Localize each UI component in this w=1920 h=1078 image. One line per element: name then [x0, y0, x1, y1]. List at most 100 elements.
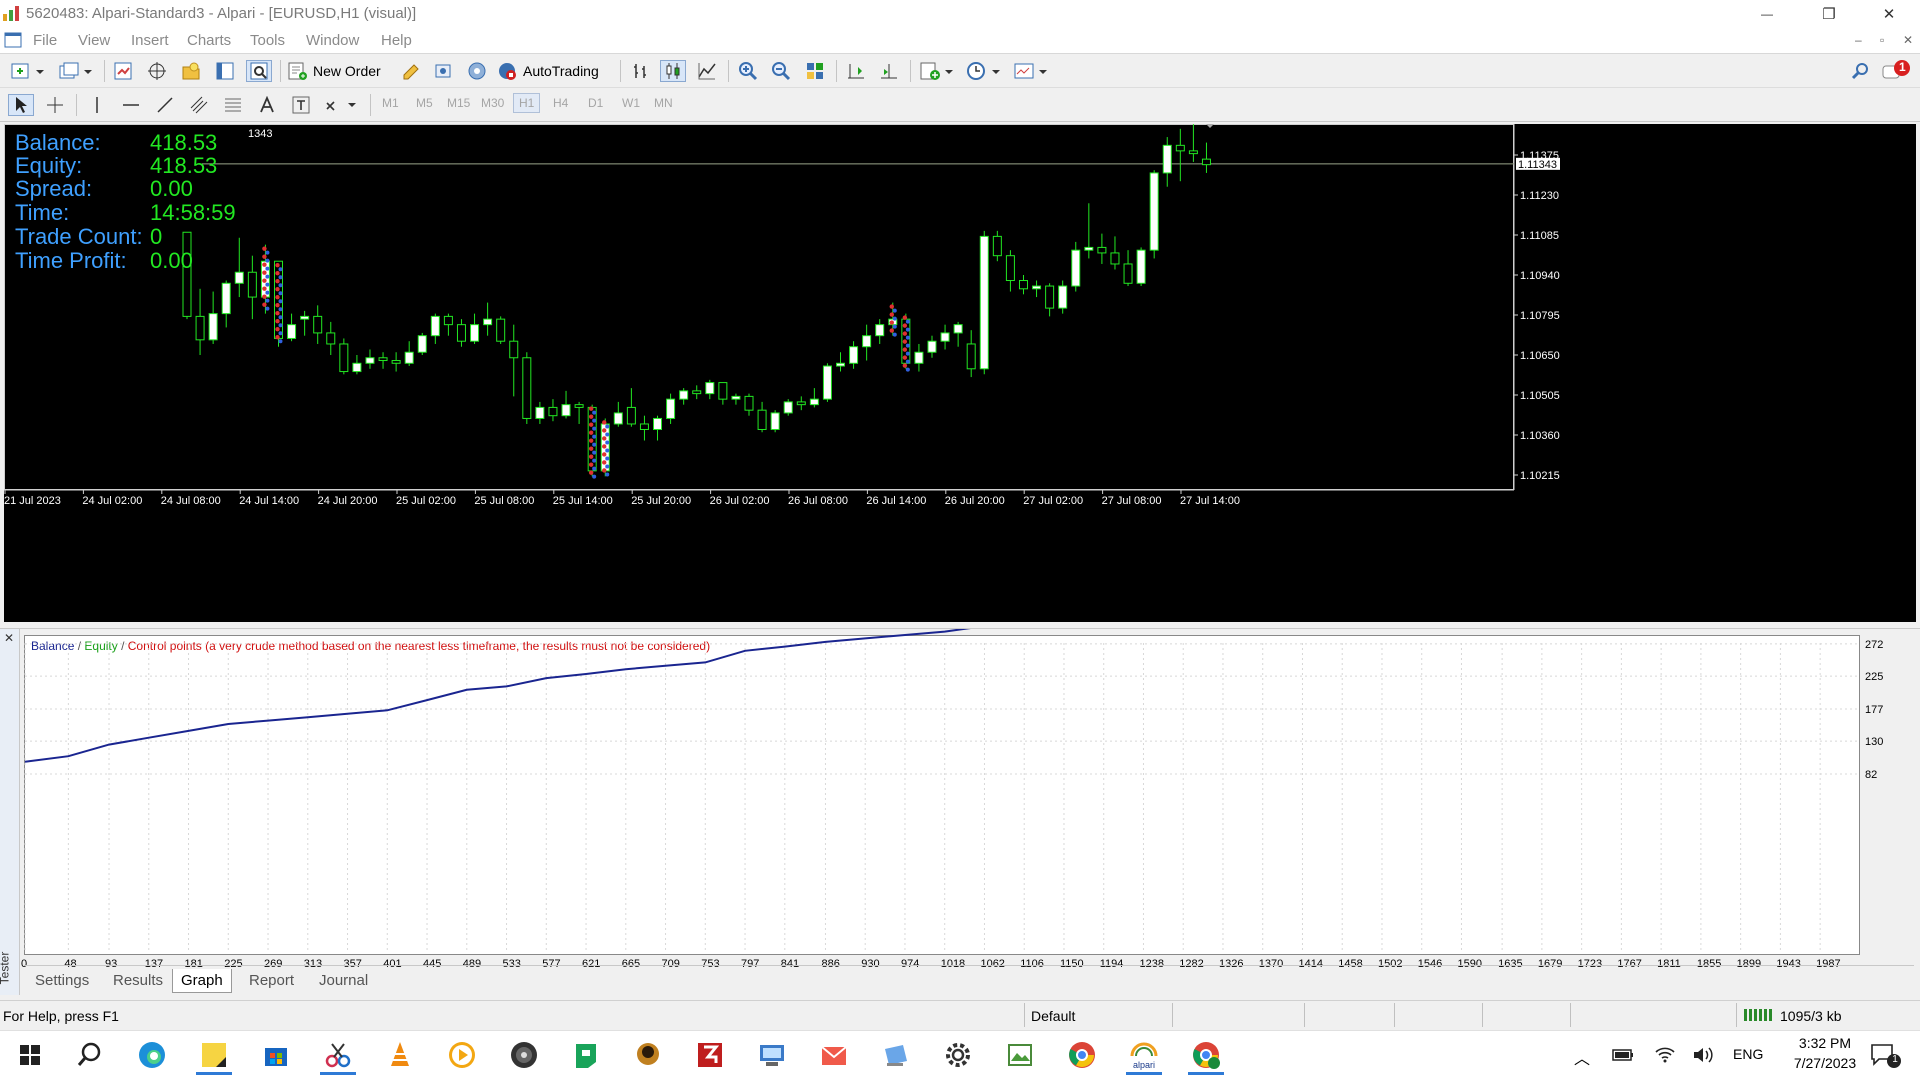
- fibonacci-button[interactable]: [220, 94, 246, 116]
- strategy-tester-button[interactable]: [246, 60, 272, 82]
- taskbar-chrome-fx[interactable]: [1180, 1035, 1232, 1075]
- autotrading-button[interactable]: AutoTrading: [497, 60, 613, 82]
- timeframe-mn[interactable]: MN: [654, 96, 673, 110]
- terminal-button[interactable]: [212, 60, 238, 82]
- menu-charts[interactable]: Charts: [187, 32, 231, 49]
- timeframe-m1[interactable]: M1: [382, 96, 399, 110]
- taskbar-filezilla[interactable]: [684, 1035, 736, 1075]
- taskbar-search-button[interactable]: [64, 1035, 116, 1075]
- clock-time[interactable]: 3:32 PM: [1780, 1035, 1870, 1051]
- tab-results[interactable]: Results: [105, 969, 171, 993]
- battery-icon[interactable]: [1612, 1048, 1634, 1062]
- clock-date[interactable]: 7/27/2023: [1780, 1055, 1870, 1071]
- timeframe-m15[interactable]: M15: [447, 96, 470, 110]
- taskbar-pockity[interactable]: [560, 1035, 612, 1075]
- timeframe-m30[interactable]: M30: [481, 96, 504, 110]
- market-watch-button[interactable]: [110, 60, 136, 82]
- equidistant-channel-button[interactable]: [186, 94, 212, 116]
- taskbar-warrior[interactable]: [622, 1035, 674, 1075]
- vertical-line-button[interactable]: [84, 94, 110, 116]
- cursor-tool-button[interactable]: [8, 94, 34, 116]
- signals-button[interactable]: [430, 60, 456, 82]
- indicators-button[interactable]: [917, 60, 957, 82]
- new-order-button[interactable]: New Order: [287, 60, 391, 82]
- candlestick-chart[interactable]: 1.115201.113751.112301.110851.109401.107…: [4, 124, 1916, 622]
- taskbar-alpari[interactable]: alpari: [1118, 1035, 1170, 1075]
- restore-button[interactable]: ❐: [1806, 0, 1852, 28]
- zoom-in-button[interactable]: [735, 60, 761, 82]
- timeframe-m5[interactable]: M5: [416, 96, 433, 110]
- price-chart[interactable]: 1.115201.113751.112301.110851.109401.107…: [4, 124, 1916, 622]
- trendline-button[interactable]: [152, 94, 178, 116]
- start-button[interactable]: [4, 1035, 56, 1075]
- menu-file[interactable]: File: [33, 32, 57, 49]
- horizontal-line-button[interactable]: [118, 94, 144, 116]
- zoom-out-button[interactable]: [768, 60, 794, 82]
- metaeditor-button[interactable]: [398, 60, 424, 82]
- close-button[interactable]: ✕: [1866, 0, 1912, 28]
- candlesticks-button[interactable]: [660, 60, 686, 82]
- taskbar-snip[interactable]: [312, 1035, 364, 1075]
- tab-graph[interactable]: Graph: [172, 969, 232, 993]
- language-indicator[interactable]: ENG: [1733, 1046, 1763, 1062]
- taskbar-media-player[interactable]: [436, 1035, 488, 1075]
- taskbar-vlc[interactable]: [374, 1035, 426, 1075]
- tab-journal[interactable]: Journal: [311, 969, 376, 993]
- timeframe-h4[interactable]: H4: [553, 96, 568, 110]
- strategy-tester-icon: [250, 62, 268, 80]
- bar-chart-button[interactable]: [627, 60, 653, 82]
- taskbar-disc[interactable]: [498, 1035, 550, 1075]
- tile-windows-button[interactable]: [802, 60, 828, 82]
- menu-tools[interactable]: Tools: [250, 32, 285, 49]
- chart-shift-button[interactable]: [843, 60, 869, 82]
- taskbar-network[interactable]: [746, 1035, 798, 1075]
- notifications-button[interactable]: 1: [1878, 60, 1914, 82]
- data-window-button[interactable]: [144, 60, 170, 82]
- menu-insert[interactable]: Insert: [131, 32, 169, 49]
- timeframe-h1[interactable]: H1: [513, 93, 541, 113]
- candle: [1175, 128, 1185, 182]
- taskbar-sticky-notes[interactable]: [188, 1035, 240, 1075]
- candle: [378, 352, 388, 369]
- taskbar-edge[interactable]: [126, 1035, 178, 1075]
- taskbar-remote-desktop[interactable]: [870, 1035, 922, 1075]
- candle-body-bull: [1084, 246, 1094, 251]
- taskbar-image-viewer[interactable]: [994, 1035, 1046, 1075]
- auto-scroll-button[interactable]: [876, 60, 902, 82]
- tab-report[interactable]: Report: [241, 969, 302, 993]
- text-label-button[interactable]: [288, 94, 314, 116]
- arrows-button[interactable]: [322, 94, 360, 116]
- graph-x-tick-label: 1282: [1179, 958, 1203, 969]
- search-button[interactable]: [1848, 60, 1872, 82]
- taskbar-settings[interactable]: [932, 1035, 984, 1075]
- profiles-button[interactable]: [56, 60, 96, 82]
- navigator-button[interactable]: [178, 60, 204, 82]
- menu-help[interactable]: Help: [381, 32, 412, 49]
- mdi-close-button[interactable]: ✕: [1903, 33, 1913, 47]
- new-chart-button[interactable]: [8, 60, 48, 82]
- menu-window[interactable]: Window: [306, 32, 359, 49]
- crosshair-tool-button[interactable]: [42, 94, 68, 116]
- trade-marker: [605, 424, 610, 429]
- tab-settings[interactable]: Settings: [27, 969, 97, 993]
- mdi-minimize-button[interactable]: –: [1855, 33, 1862, 47]
- mdi-restore-button[interactable]: ▫: [1880, 33, 1884, 47]
- periods-button[interactable]: [964, 60, 1004, 82]
- menu-bar: File View Insert Charts Tools Window Hel…: [0, 28, 1920, 54]
- line-chart-button[interactable]: [694, 60, 720, 82]
- vlc-icon: [391, 1042, 409, 1066]
- timeframe-d1[interactable]: D1: [588, 96, 603, 110]
- taskbar-gmail[interactable]: [808, 1035, 860, 1075]
- text-tool-button[interactable]: [254, 94, 280, 116]
- minimize-button[interactable]: —: [1744, 0, 1790, 28]
- menu-view[interactable]: View: [78, 32, 110, 49]
- taskbar-store[interactable]: [250, 1035, 302, 1075]
- volume-icon[interactable]: [1692, 1045, 1714, 1065]
- timeframe-w1[interactable]: W1: [622, 96, 640, 110]
- trade-marker: [905, 367, 910, 372]
- taskbar-chrome[interactable]: [1056, 1035, 1108, 1075]
- wifi-icon[interactable]: [1654, 1044, 1676, 1064]
- templates-button[interactable]: [1011, 60, 1051, 82]
- market-button[interactable]: [464, 60, 490, 82]
- show-hidden-icons-chevron-icon[interactable]: ︿: [1574, 1045, 1590, 1069]
